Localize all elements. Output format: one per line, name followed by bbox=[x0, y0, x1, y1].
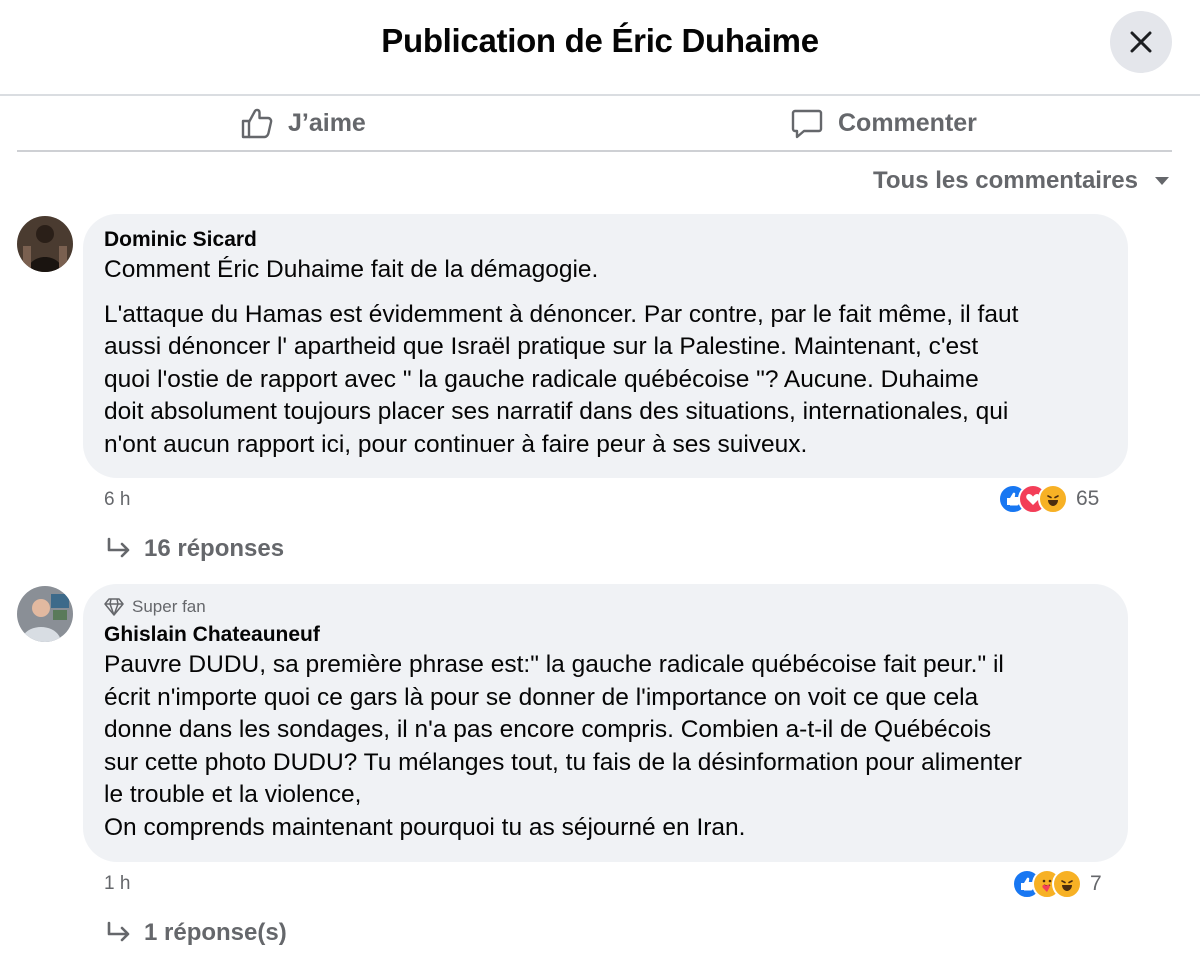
like-label: J’aime bbox=[288, 108, 366, 137]
super-fan-badge: Super fan bbox=[104, 597, 1108, 617]
reaction-count: 7 bbox=[1090, 872, 1102, 895]
haha-reaction-icon bbox=[1052, 869, 1082, 899]
badge-label: Super fan bbox=[132, 597, 206, 616]
reaction-summary[interactable]: 7 bbox=[1012, 869, 1102, 899]
comment-author[interactable]: Dominic Sicard bbox=[104, 228, 1108, 252]
comment-bubble: Super fan Ghislain Chateauneuf Pauvre DU… bbox=[83, 584, 1128, 862]
comment-timestamp[interactable]: 6 h bbox=[104, 489, 130, 511]
comment-text: Pauvre DUDU, sa première phrase est:" la… bbox=[104, 651, 1022, 841]
reply-arrow-icon bbox=[107, 921, 130, 942]
diamond-icon bbox=[104, 598, 124, 616]
like-button[interactable]: J’aime bbox=[240, 96, 366, 150]
comment-label: Commenter bbox=[838, 108, 977, 137]
comment-text: Comment Éric Duhaime fait de la démagogi… bbox=[104, 256, 599, 283]
reply-arrow-icon bbox=[107, 537, 130, 558]
thumbs-up-icon bbox=[241, 108, 273, 139]
post-actions-bar: J’aime Commenter bbox=[17, 96, 1172, 152]
dialog-header: Publication de Éric Duhaime bbox=[0, 0, 1200, 96]
close-button[interactable] bbox=[1110, 11, 1172, 73]
caret-down-icon bbox=[1155, 177, 1169, 185]
comment-timestamp[interactable]: 1 h bbox=[104, 873, 130, 895]
haha-reaction-icon bbox=[1038, 484, 1068, 514]
comment-text-paragraph: L'attaque du Hamas est évidemment à déno… bbox=[104, 300, 1019, 458]
view-replies-button[interactable]: 16 réponses bbox=[106, 535, 284, 563]
comment-icon bbox=[791, 109, 823, 139]
replies-label: 16 réponses bbox=[144, 535, 285, 562]
replies-label: 1 réponse(s) bbox=[144, 919, 287, 946]
dialog-title: Publication de Éric Duhaime bbox=[381, 22, 819, 59]
close-icon bbox=[1130, 31, 1152, 53]
avatar[interactable] bbox=[17, 216, 73, 272]
comment-bubble: Dominic Sicard Comment Éric Duhaime fait… bbox=[83, 214, 1128, 478]
avatar[interactable] bbox=[17, 586, 73, 642]
comment-button[interactable]: Commenter bbox=[790, 96, 977, 150]
comment-author[interactable]: Ghislain Chateauneuf bbox=[104, 623, 1108, 647]
sort-label: Tous les commentaires bbox=[873, 167, 1138, 194]
comment-sort-dropdown[interactable]: Tous les commentaires bbox=[873, 167, 1170, 195]
reaction-count: 65 bbox=[1076, 487, 1100, 510]
view-replies-button[interactable]: 1 réponse(s) bbox=[106, 919, 287, 947]
reaction-summary[interactable]: 65 bbox=[998, 484, 1099, 514]
